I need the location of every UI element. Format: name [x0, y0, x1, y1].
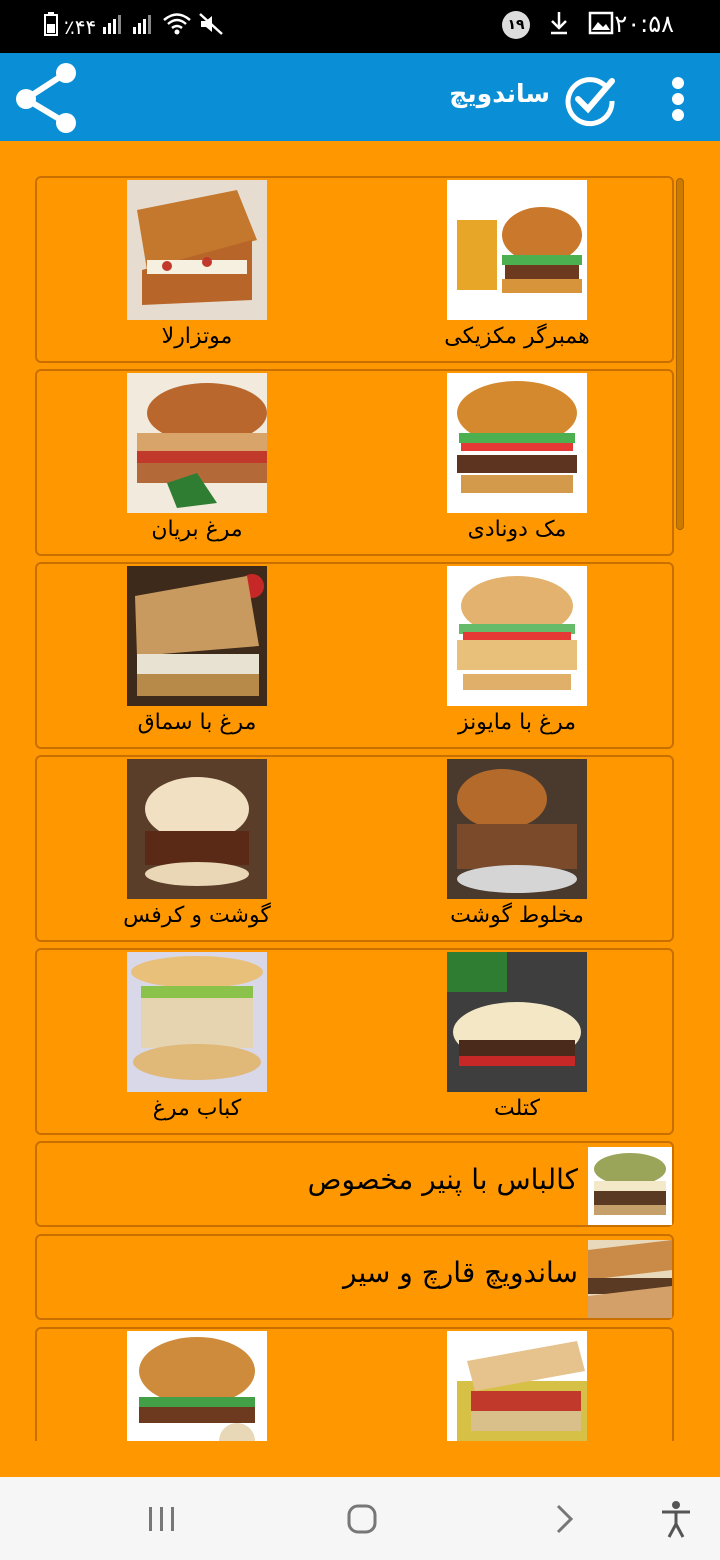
battery-percent: ٪۴۴ — [64, 14, 97, 39]
recipe-label: موتزارلا — [161, 324, 233, 349]
status-time: ۲۰:۵۸ — [614, 10, 674, 38]
recipe-label: مرغ بریان — [151, 517, 243, 542]
home-button[interactable] — [340, 1497, 384, 1541]
accessibility-button[interactable] — [654, 1497, 698, 1541]
chicken-kebab-sandwich-image — [127, 952, 267, 1092]
recipe-label: مک دونادی — [467, 517, 567, 542]
recipe-label: همبرگر مکزیکی — [444, 324, 590, 349]
grid-row: کتلت کباب مرغ — [35, 948, 674, 1135]
recent-apps-icon — [149, 1507, 174, 1531]
back-button[interactable] — [542, 1497, 586, 1541]
grid-row: مخلوط گوشت گوشت و کرفس — [35, 755, 674, 942]
mushroom-garlic-sandwich-image — [588, 1240, 672, 1318]
recipe-label: کالباس با پنیر مخصوص — [307, 1163, 578, 1196]
recent-apps-button[interactable] — [140, 1497, 184, 1541]
notification-count-badge: ۱۹ — [502, 11, 530, 39]
system-nav-bar — [0, 1477, 720, 1560]
recipe-item[interactable] — [417, 1329, 617, 1441]
done-button[interactable] — [562, 71, 618, 127]
recipe-label: گوشت و کرفس — [123, 903, 271, 928]
status-right-group: ۱۹ — [502, 10, 614, 40]
recipe-label: ساندویچ قارچ و سیر — [343, 1256, 578, 1289]
share-button[interactable] — [8, 59, 84, 135]
wifi-icon — [162, 12, 192, 41]
signal-icon — [102, 13, 126, 40]
recipe-item[interactable] — [97, 1329, 297, 1441]
bologna-cheese-sandwich-image — [588, 1147, 672, 1225]
chicken-sumac-sandwich-image — [127, 566, 267, 706]
check-circle-icon — [565, 77, 615, 127]
recipe-item[interactable]: ساندویچ قارچ و سیر — [35, 1234, 674, 1320]
recipe-label: کتلت — [494, 1096, 540, 1121]
chicken-mayo-burger-image — [447, 566, 587, 706]
accessibility-icon — [662, 1501, 690, 1538]
share-icon — [16, 63, 76, 133]
recipe-item[interactable]: موتزارلا — [97, 178, 297, 363]
mixed-meat-sandwich-image — [447, 759, 587, 899]
status-left-group: ٪۴۴ — [44, 12, 224, 41]
grid-row: همبرگر مکزیکی موتزارلا — [35, 176, 674, 363]
grid-row — [35, 1327, 674, 1441]
recipe-item[interactable]: کالباس با پنیر مخصوص — [35, 1141, 674, 1227]
status-bar: ٪۴۴ ۱۹ ۲۰:۵۸ — [0, 0, 720, 53]
chevron-right-icon — [556, 1504, 574, 1534]
cutlet-sandwich-image — [447, 952, 587, 1092]
signal-icon-2 — [132, 13, 156, 40]
recipe-label: مرغ با سماق — [137, 710, 257, 735]
recipe-item[interactable]: مرغ با مایونز — [417, 564, 617, 749]
recipe-item[interactable]: کتلت — [417, 950, 617, 1135]
grid-row: مک دونادی مرغ بریان — [35, 369, 674, 556]
battery-icon — [44, 12, 58, 41]
home-icon — [347, 1504, 377, 1534]
recipe-item[interactable]: مخلوط گوشت — [417, 757, 617, 942]
recipe-list[interactable]: همبرگر مکزیکی موتزارلا مک دونادی مرغ بری… — [0, 141, 720, 1441]
recipe-item[interactable]: مرغ بریان — [97, 371, 297, 556]
recipe-item[interactable]: گوشت و کرفس — [97, 757, 297, 942]
recipe-item[interactable]: مرغ با سماق — [97, 564, 297, 749]
sub-sandwich-image — [447, 1331, 587, 1441]
grid-row: مرغ با مایونز مرغ با سماق — [35, 562, 674, 749]
meat-celery-sandwich-image — [127, 759, 267, 899]
recipe-item[interactable]: کباب مرغ — [97, 950, 297, 1135]
roast-chicken-sandwich-image — [127, 373, 267, 513]
mushroom-burger-image — [127, 1331, 267, 1441]
recipe-item[interactable]: همبرگر مکزیکی — [417, 178, 617, 363]
recipe-label: کباب مرغ — [152, 1096, 242, 1121]
mexican-burger-image — [447, 180, 587, 320]
mcdonalds-burger-image — [447, 373, 587, 513]
app-title: ساندویچ — [449, 79, 550, 108]
overflow-menu-button[interactable] — [660, 69, 696, 129]
app-bar: ساندویچ — [0, 53, 720, 141]
mute-icon — [198, 12, 224, 41]
recipe-label: مخلوط گوشت — [450, 903, 584, 928]
more-vert-icon — [672, 77, 684, 121]
recipe-item[interactable]: مک دونادی — [417, 371, 617, 556]
image-icon — [588, 11, 614, 39]
scrollbar[interactable] — [676, 178, 684, 530]
recipe-label: مرغ با مایونز — [457, 710, 577, 735]
mozzarella-sandwich-image — [127, 180, 267, 320]
download-icon — [548, 10, 570, 40]
